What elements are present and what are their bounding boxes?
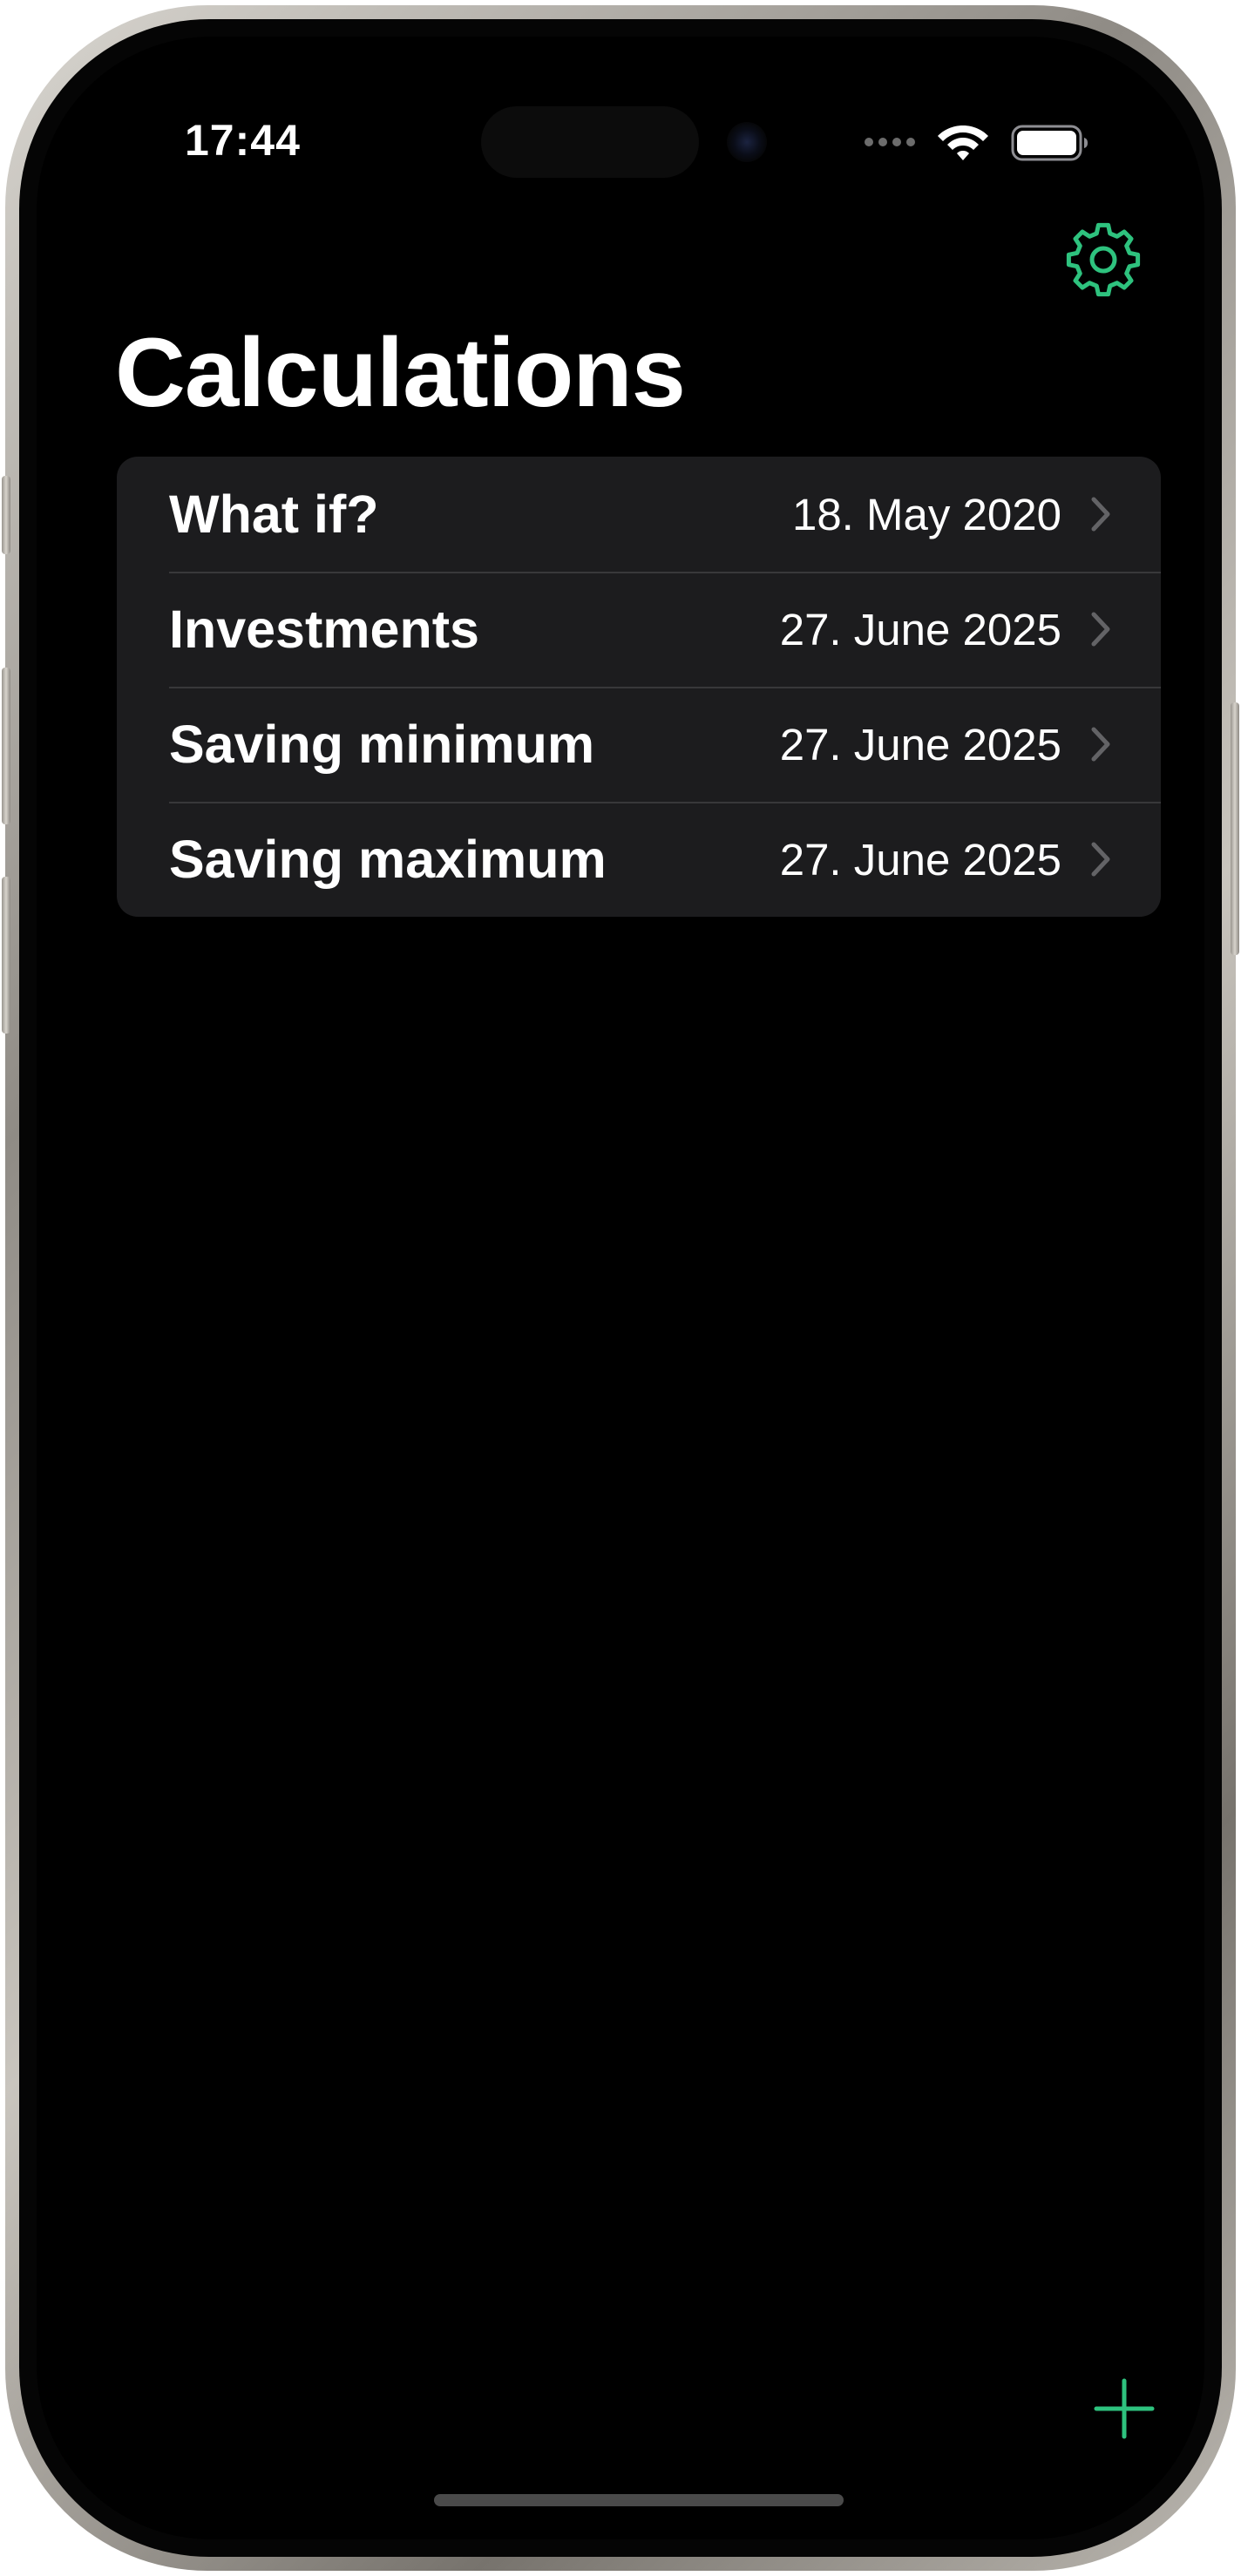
chevron-right-icon [1089, 841, 1112, 878]
list-item-investments[interactable]: Investments 27. June 2025 [117, 572, 1161, 687]
power-button [1231, 702, 1239, 955]
bezel: 17:44 Calculations What if? 18. May 2020… [19, 19, 1222, 2557]
list-item-saving-maximum[interactable]: Saving maximum 27. June 2025 [117, 802, 1161, 917]
list-item-title: Saving minimum [169, 715, 595, 774]
volume-up-button [2, 668, 10, 824]
list-item-date: 18. May 2020 [791, 489, 1061, 539]
chevron-right-icon [1089, 611, 1112, 647]
page-title: Calculations [115, 318, 686, 427]
chevron-right-icon [1089, 496, 1112, 532]
wifi-icon [938, 125, 988, 160]
calculations-list: What if? 18. May 2020 Investments 27. Ju… [117, 457, 1161, 917]
list-item-title: What if? [169, 485, 379, 544]
list-item-title: Saving maximum [169, 830, 607, 889]
settings-button[interactable] [1063, 220, 1143, 300]
status-time: 17:44 [185, 116, 301, 165]
list-item-what-if[interactable]: What if? 18. May 2020 [117, 457, 1161, 572]
chevron-right-icon [1089, 726, 1112, 763]
gear-icon [1066, 222, 1141, 297]
plus-icon [1094, 2378, 1155, 2439]
volume-down-button [2, 877, 10, 1034]
dynamic-island [481, 106, 699, 178]
action-button [2, 476, 10, 554]
list-item-date: 27. June 2025 [779, 834, 1061, 885]
battery-icon [1011, 125, 1088, 161]
list-item-saving-minimum[interactable]: Saving minimum 27. June 2025 [117, 687, 1161, 802]
front-camera [727, 122, 767, 162]
add-calculation-button[interactable] [1082, 2367, 1166, 2451]
list-item-date: 27. June 2025 [779, 719, 1061, 769]
screen: 17:44 Calculations What if? 18. May 2020… [37, 37, 1204, 2539]
home-indicator [434, 2494, 844, 2506]
cellular-dots-icon [865, 138, 915, 146]
phone-frame: 17:44 Calculations What if? 18. May 2020… [2, 5, 1239, 2571]
list-item-title: Investments [169, 600, 479, 659]
list-item-date: 27. June 2025 [779, 604, 1061, 654]
